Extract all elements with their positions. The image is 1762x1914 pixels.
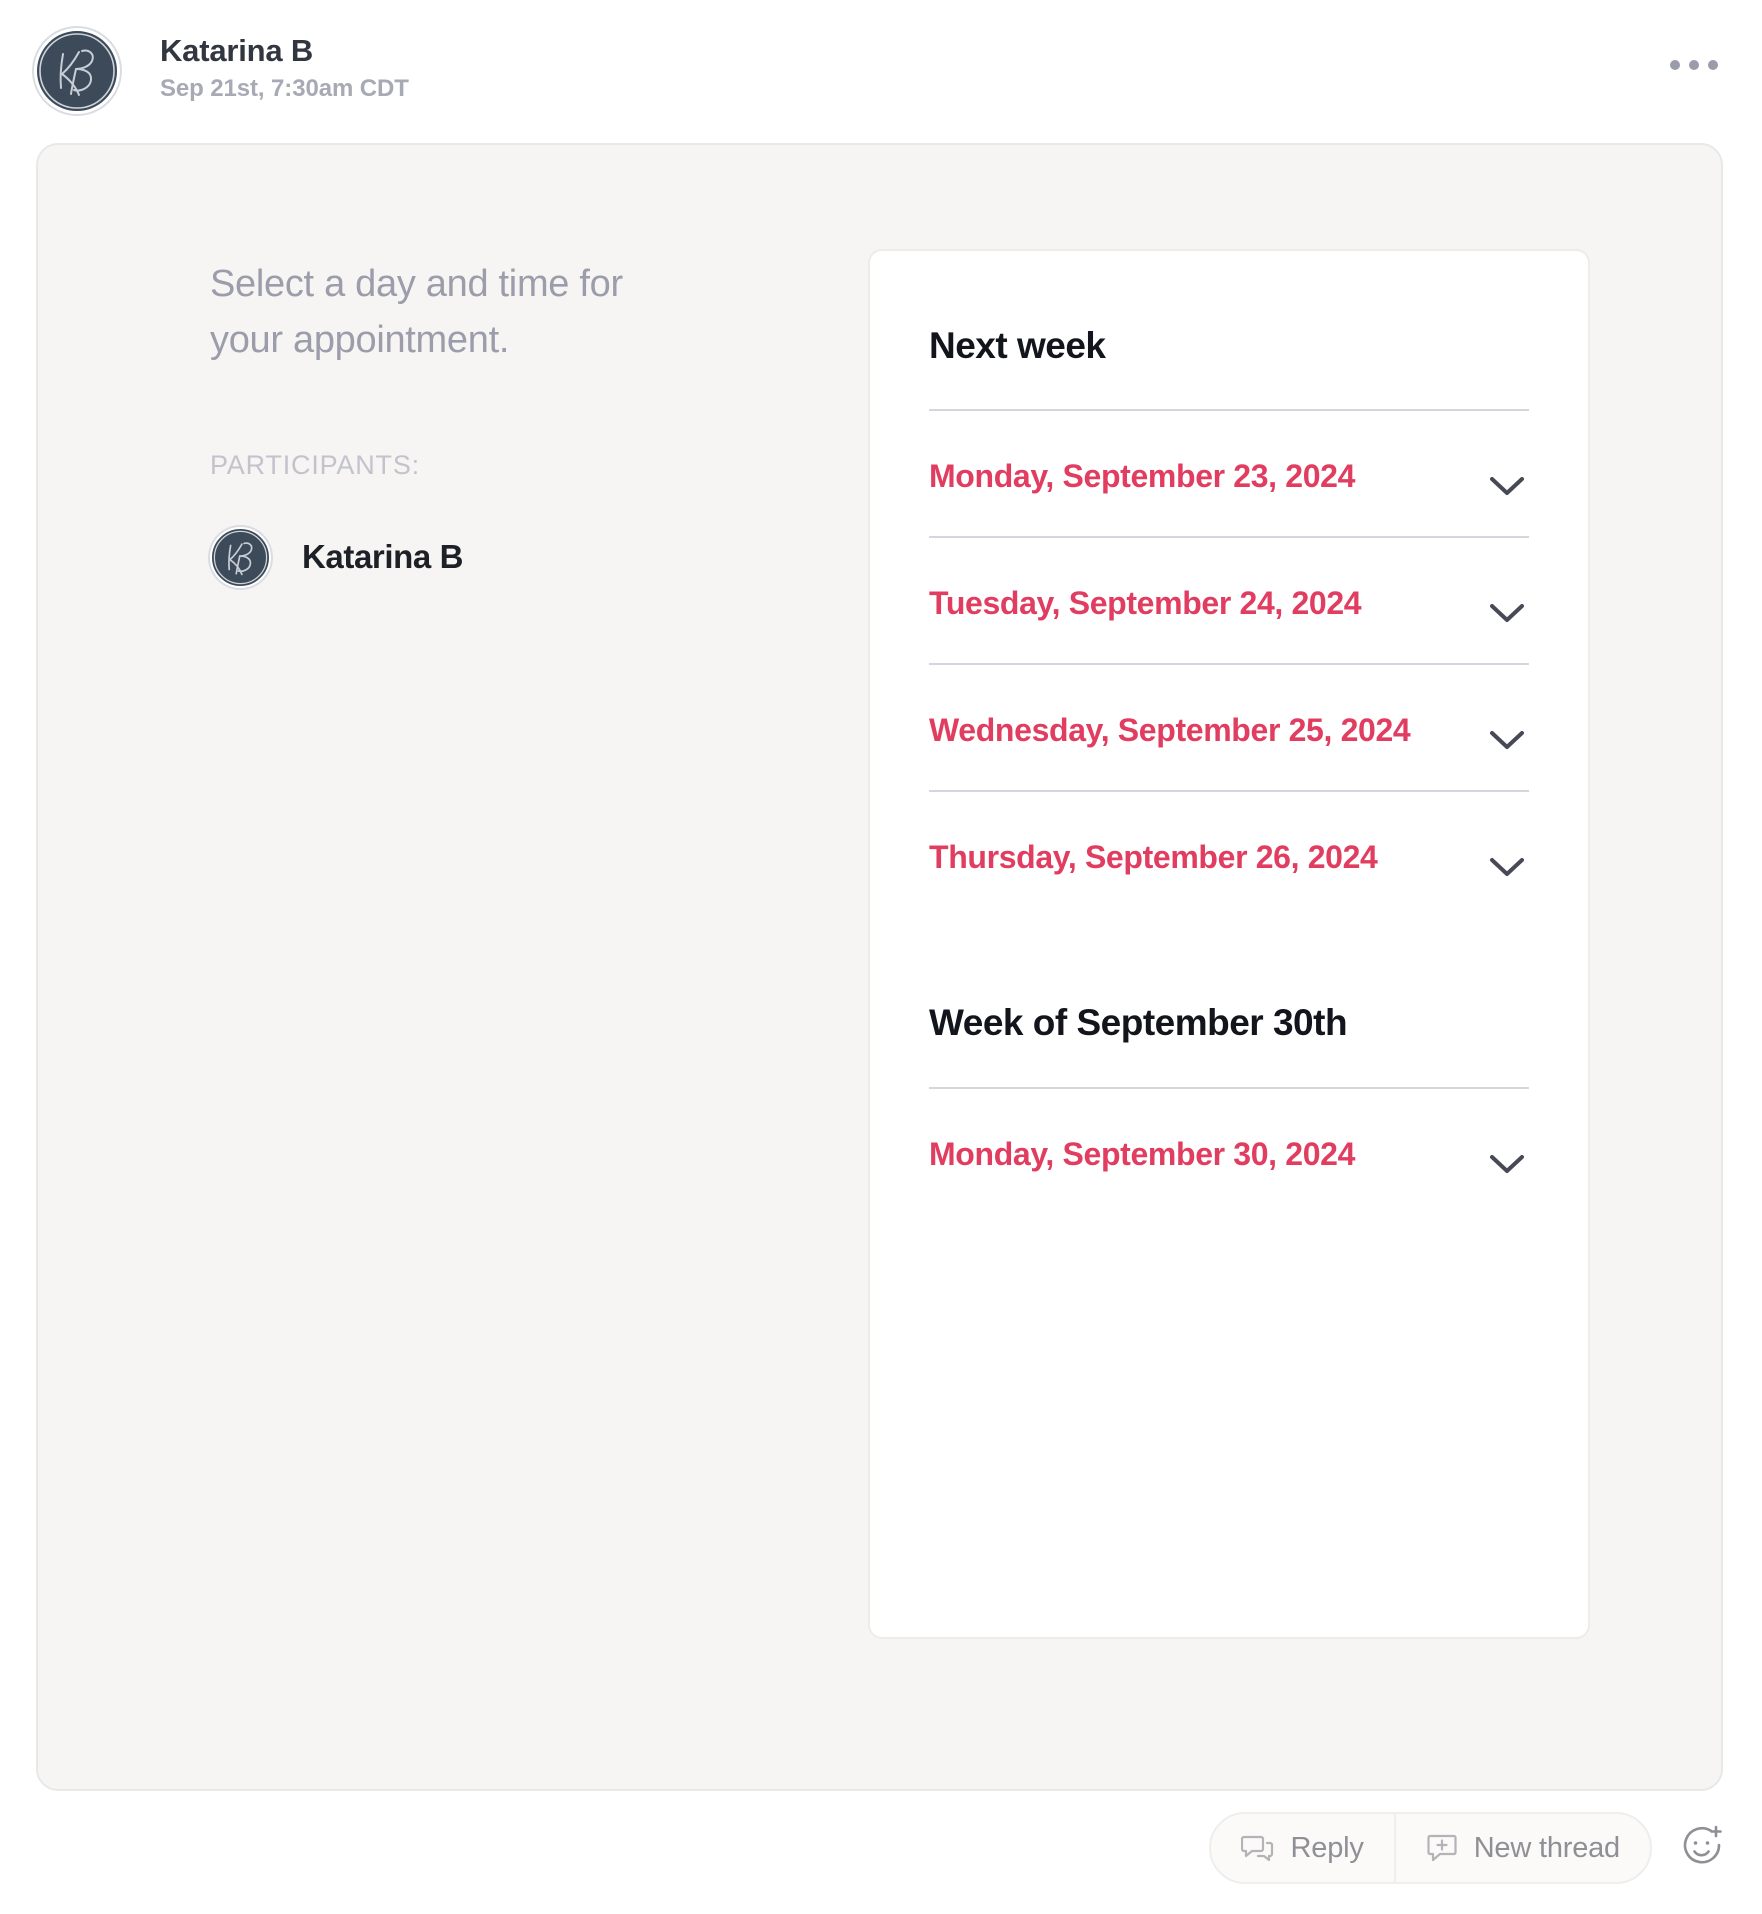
chevron-down-icon[interactable] (1487, 601, 1529, 625)
sender-name: Katarina B (160, 33, 314, 68)
day-option-label: Wednesday, September 25, 2024 (929, 712, 1411, 749)
scheduler-group: Week of September 30th Monday, September… (929, 917, 1529, 1213)
page-title: Select a day and time for your appointme… (210, 263, 623, 361)
participant-list-item: Katarina B (210, 526, 710, 588)
participant-name: Katarina B (302, 538, 464, 576)
day-option-row[interactable]: Tuesday, September 24, 2024 (929, 538, 1529, 666)
bubble-plus-icon (1426, 1832, 1458, 1864)
scheduler-group-heading: Next week (929, 325, 1106, 366)
message-action-bar: Reply New thread (1208, 1812, 1730, 1884)
scheduler-group: Next week Monday, September 23, 2024 Tue… (929, 251, 1529, 917)
avatar[interactable] (34, 28, 120, 114)
participants-label: PARTICIPANTS: (210, 449, 420, 480)
scheduling-attachment-card: Select a day and time for your appointme… (36, 143, 1723, 1791)
attachment-card-inner: Select a day and time for your appointme… (50, 157, 1709, 1777)
add-reaction-button[interactable] (1674, 1820, 1730, 1876)
new-thread-button[interactable]: New thread (1393, 1814, 1650, 1882)
day-option-label: Thursday, September 26, 2024 (929, 839, 1378, 876)
day-option-row[interactable]: Wednesday, September 25, 2024 (929, 665, 1529, 793)
ellipsis-horizontal-icon[interactable] (1662, 52, 1726, 78)
chevron-down-icon[interactable] (1487, 1152, 1529, 1176)
message-timestamp: Sep 21st, 7:30am CDT (160, 75, 409, 103)
day-option-label: Monday, September 30, 2024 (929, 1135, 1356, 1172)
day-option-label: Monday, September 23, 2024 (929, 458, 1356, 495)
message-header: Katarina B Sep 21st, 7:30am CDT (0, 0, 1762, 150)
dot (1689, 60, 1699, 70)
day-option-row[interactable]: Monday, September 23, 2024 (929, 411, 1529, 539)
participant-avatar (210, 526, 271, 588)
action-button-group: Reply New thread (1208, 1812, 1652, 1884)
scheduler-panel: Next week Monday, September 23, 2024 Tue… (868, 249, 1590, 1639)
chevron-down-icon[interactable] (1487, 474, 1529, 498)
dot (1708, 60, 1718, 70)
avatar-monogram-icon (39, 33, 115, 109)
day-option-label: Tuesday, September 24, 2024 (929, 585, 1362, 622)
chat-bubbles-icon (1240, 1832, 1275, 1864)
scheduler-group-heading: Week of September 30th (929, 1002, 1348, 1044)
avatar-monogram-icon (213, 530, 268, 584)
reply-button[interactable]: Reply (1211, 1814, 1394, 1882)
dot (1670, 60, 1680, 70)
new-thread-button-label: New thread (1473, 1831, 1621, 1864)
message-meta: Katarina B Sep 21st, 7:30am CDT (160, 28, 409, 102)
reply-button-label: Reply (1290, 1831, 1364, 1864)
day-option-row[interactable]: Monday, September 30, 2024 (929, 1089, 1529, 1214)
emoji-plus-icon (1679, 1824, 1725, 1873)
day-option-row[interactable]: Thursday, September 26, 2024 (929, 792, 1529, 917)
chevron-down-icon[interactable] (1487, 855, 1529, 879)
message-screen: Katarina B Sep 21st, 7:30am CDT Select a… (0, 0, 1762, 1914)
chevron-down-icon[interactable] (1487, 728, 1529, 752)
attachment-left-column: Select a day and time for your appointme… (210, 257, 710, 588)
